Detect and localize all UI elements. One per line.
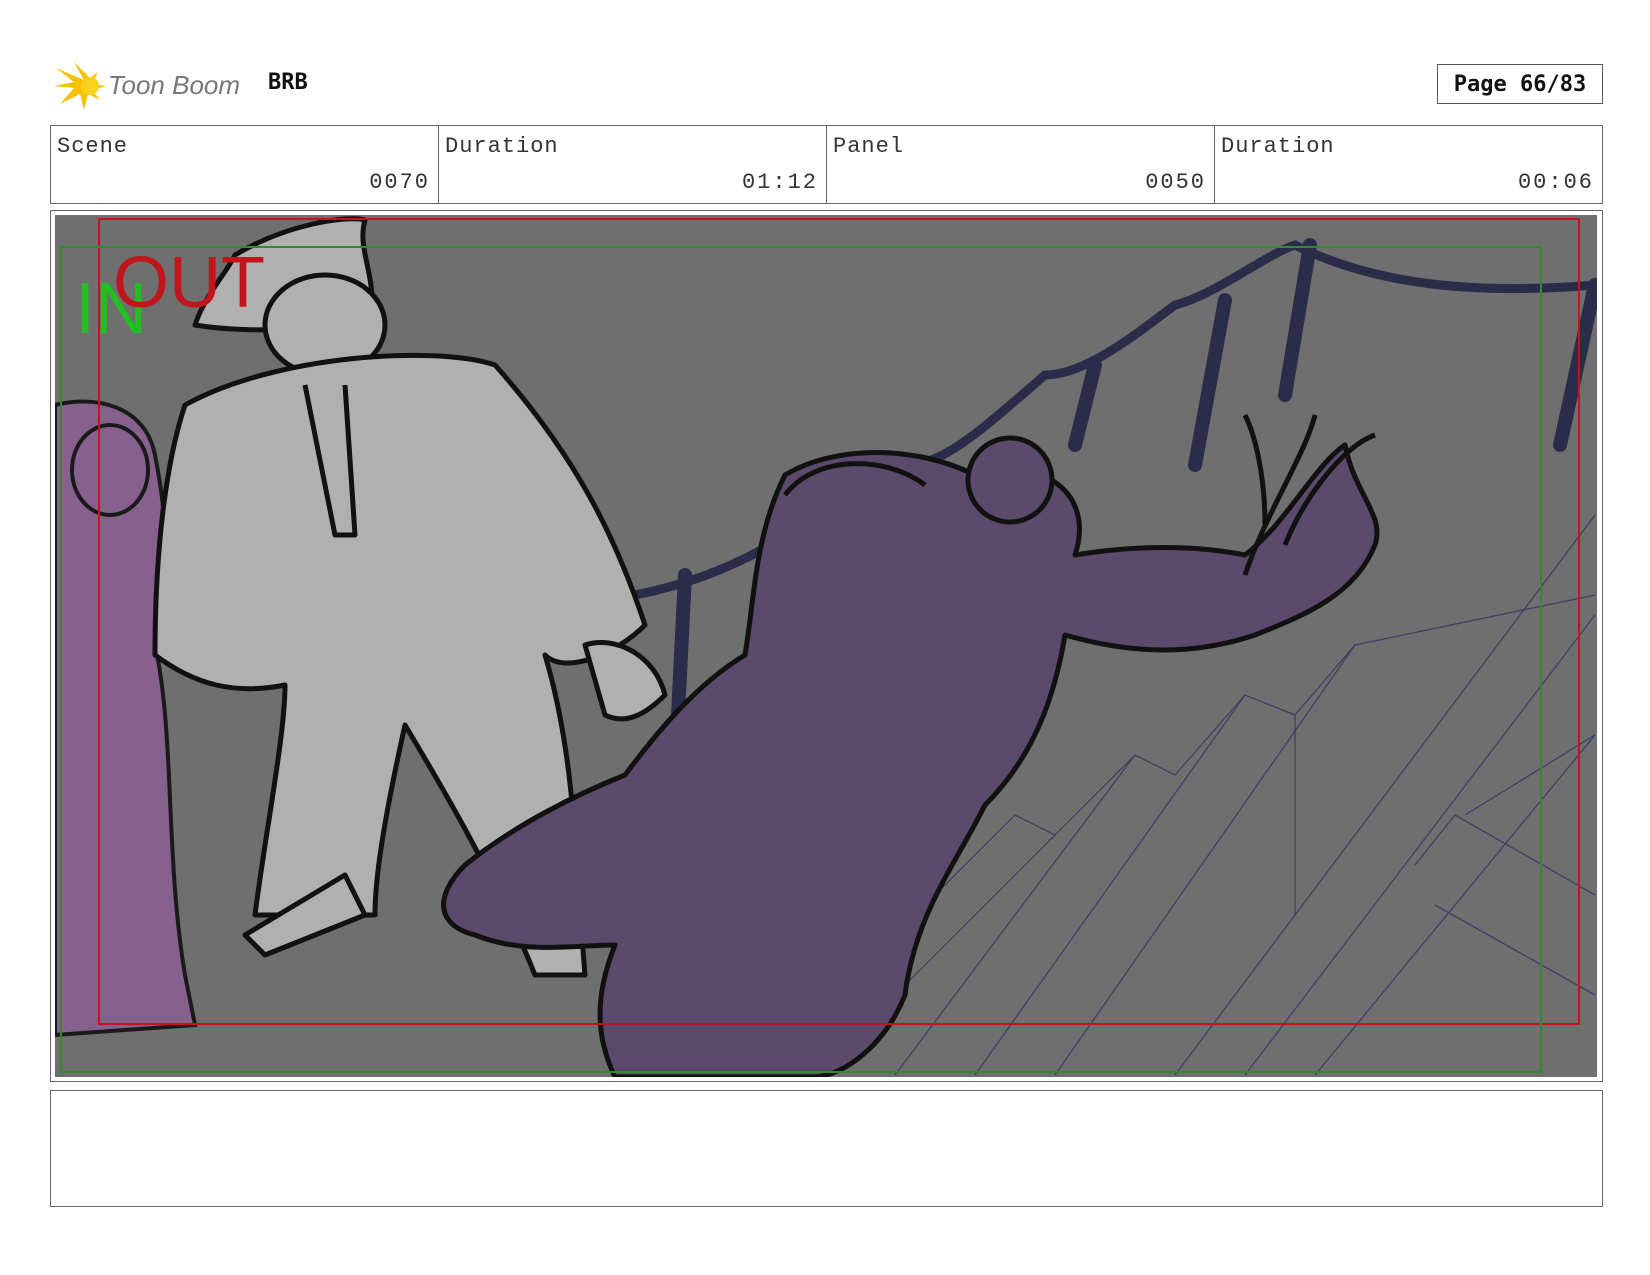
panel-value: 0050	[1145, 170, 1206, 195]
panel-duration-label: Duration	[1221, 134, 1335, 159]
panel-duration-cell: Duration 00:06	[1215, 126, 1602, 203]
page-indicator: Page 66/83	[1437, 64, 1603, 104]
scene-duration-value: 01:12	[741, 170, 818, 195]
scene-label: Scene	[57, 134, 129, 159]
storyboard-panel-frame: IN OUT	[50, 210, 1603, 1082]
logo-wordmark: Toon Boom	[108, 70, 240, 100]
panel-info-row: Scene 0070 Duration 01:12 Panel 0050 Dur…	[50, 125, 1603, 204]
panel-cell: Panel 0050	[827, 126, 1215, 203]
starburst-icon	[54, 62, 106, 110]
panel-sketch: IN OUT	[55, 215, 1597, 1077]
panel-label: Panel	[833, 134, 905, 159]
out-marker: OUT	[113, 243, 265, 323]
scene-cell: Scene 0070	[51, 126, 439, 203]
scene-duration-label: Duration	[445, 134, 559, 159]
scene-duration-cell: Duration 01:12	[439, 126, 827, 203]
storyboard-panel-image: IN OUT	[55, 215, 1597, 1077]
panel-duration-value: 00:06	[1517, 170, 1594, 195]
scene-value: 0070	[369, 170, 430, 195]
caption-box	[50, 1090, 1603, 1207]
toon-boom-logo: Toon Boom	[54, 58, 254, 114]
project-title: BRB	[268, 70, 308, 95]
